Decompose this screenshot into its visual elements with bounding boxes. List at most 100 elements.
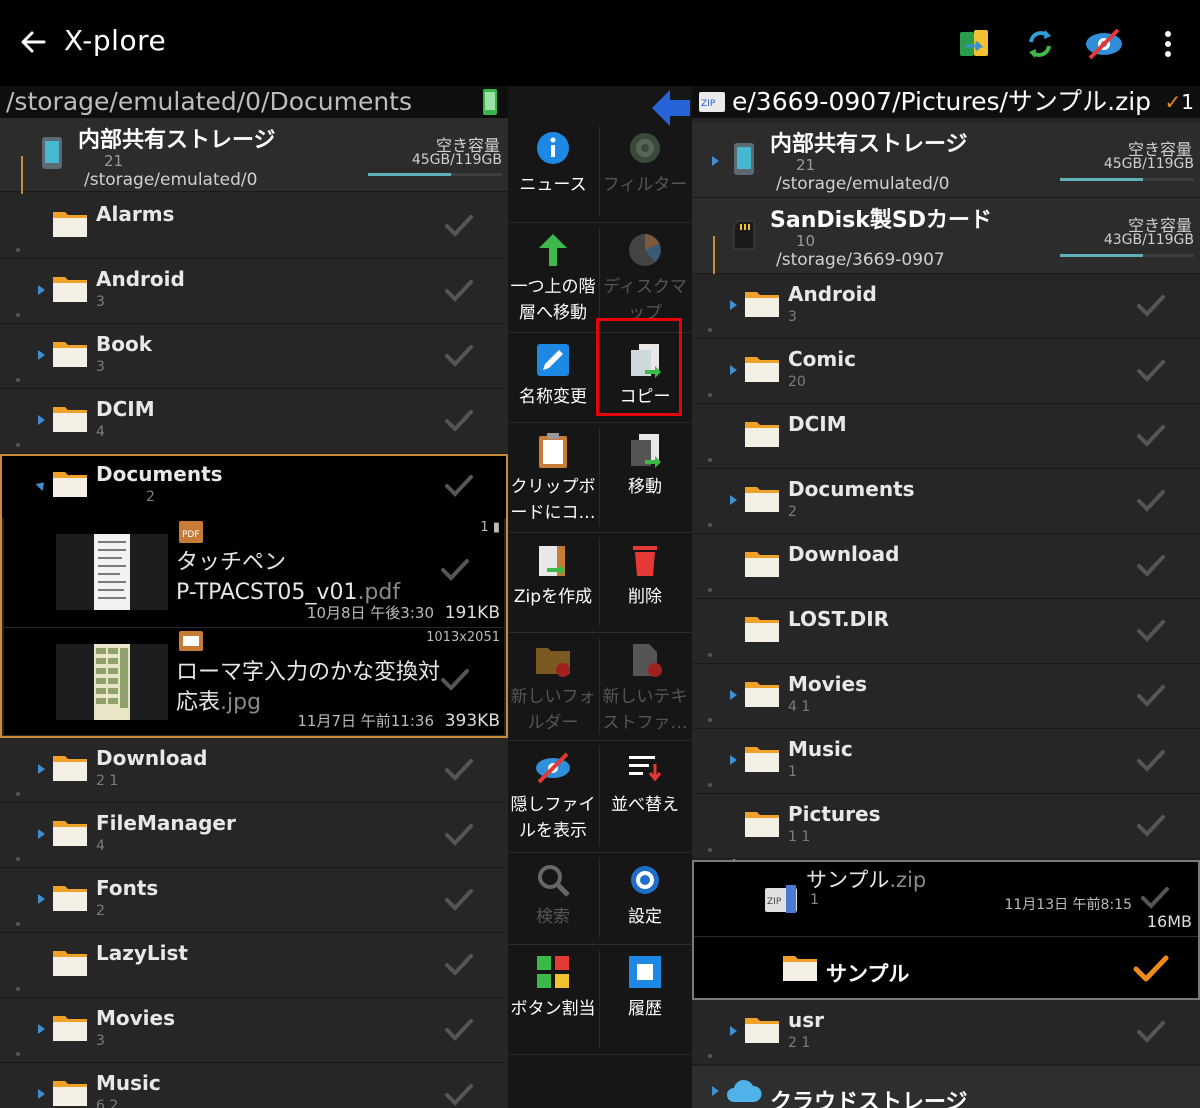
search-button[interactable]: 検索 (508, 852, 598, 944)
select-check-icon[interactable] (444, 1018, 474, 1046)
zip-file-row[interactable]: ZIP サンプル.zip 1 11月13日 午前8:15 16MB サンプル (692, 860, 1200, 1000)
select-check-icon[interactable] (440, 668, 470, 696)
storage-usage-bar (1060, 254, 1194, 257)
move-button[interactable]: 移動 (600, 422, 690, 532)
file-row-pdf[interactable]: PDF 1 ▮ タッチペン P-TPACST05_v01.pdf 10月8日 午後… (4, 518, 504, 628)
folder-row-dcim[interactable]: DCIM (692, 404, 1200, 469)
folder-name: Comic (788, 347, 856, 371)
select-check-icon[interactable] (1136, 424, 1166, 452)
sort-button[interactable]: 並べ替え (600, 740, 690, 852)
disk-map-button[interactable]: ディスクマップ (600, 222, 690, 332)
folder-row-download[interactable]: Download 2 1 (0, 738, 508, 803)
info-button[interactable]: ニュース (508, 120, 598, 222)
folder-row-documents[interactable]: Documents 2 (0, 454, 508, 519)
select-check-icon[interactable] (1136, 749, 1166, 777)
dual-pane-icon[interactable] (952, 22, 996, 66)
cloud-storage-row[interactable]: クラウドストレージ (692, 1066, 1200, 1108)
up-arrow-button[interactable]: 一つ上の階層へ移動 (508, 222, 598, 332)
expand-arrow-icon (38, 894, 45, 904)
select-check-icon[interactable] (444, 474, 474, 502)
left-path-bar[interactable]: /storage/emulated/0/Documents (0, 86, 508, 118)
more-options-icon[interactable] (1146, 22, 1190, 66)
select-check-icon[interactable] (444, 279, 474, 307)
toolbar-label: 履歴 (628, 999, 662, 1019)
copy-button[interactable]: コピー (600, 332, 690, 422)
storage-internal[interactable]: 内部共有ストレージ 21 /storage/emulated/0 空き容量 45… (0, 118, 508, 192)
trash-button[interactable]: 削除 (600, 532, 690, 632)
folder-name: FileManager (96, 811, 236, 835)
clipboard-button[interactable]: クリップボードにコ… (508, 422, 598, 532)
select-check-icon[interactable] (1136, 684, 1166, 712)
folder-row-movies[interactable]: Movies 3 (0, 998, 508, 1063)
select-check-icon[interactable] (444, 409, 474, 437)
select-check-icon[interactable] (1136, 554, 1166, 582)
select-check-icon[interactable] (440, 558, 470, 586)
file-name: タッチペン P-TPACST05_v01.pdf (176, 550, 401, 605)
button-assign-button[interactable]: ボタン割当 (508, 944, 598, 1054)
folder-row-alarms[interactable]: Alarms (0, 194, 508, 259)
filter-button[interactable]: フィルター (600, 120, 690, 222)
select-check-icon[interactable] (444, 1083, 474, 1108)
hidden-files-icon[interactable] (1082, 22, 1126, 66)
folder-row-pictures[interactable]: Pictures 1 1 (692, 794, 1200, 859)
back-arrow-icon[interactable] (14, 22, 54, 62)
storage-path: /storage/emulated/0 (84, 170, 258, 190)
select-check-icon[interactable] (1136, 359, 1166, 387)
app-title: X-plore (64, 24, 167, 57)
pdf-thumbnail (56, 534, 168, 610)
select-check-icon[interactable] (444, 758, 474, 786)
toolbar-label: フィルター (602, 175, 688, 195)
folder-row-music[interactable]: Music 1 (692, 729, 1200, 794)
folder-row-lost-dir[interactable]: LOST.DIR (692, 599, 1200, 664)
folder-icon (52, 752, 88, 786)
toolbar-label: Zipを作成 (513, 587, 593, 607)
new-folder-button[interactable]: 新しいフォルダー (508, 632, 598, 740)
folder-row-documents[interactable]: Documents 2 (692, 469, 1200, 534)
folder-meta: 2 1 (788, 1035, 811, 1051)
select-check-icon[interactable] (444, 953, 474, 981)
page-count: 1 ▮ (480, 520, 500, 535)
select-check-icon[interactable] (444, 823, 474, 851)
toolbar-label: 設定 (628, 907, 662, 927)
expand-arrow-icon (712, 1086, 719, 1096)
select-check-icon[interactable] (1136, 619, 1166, 647)
folder-row-android[interactable]: Android 3 (692, 274, 1200, 339)
folder-meta: 3 (96, 1033, 105, 1049)
folder-row-dcim[interactable]: DCIM 4 (0, 389, 508, 454)
folder-row-lazylist[interactable]: LazyList (0, 933, 508, 998)
button-assign-icon (531, 950, 575, 994)
select-check-icon[interactable] (1140, 886, 1170, 914)
folder-icon (52, 1012, 88, 1046)
selected-check-icon[interactable] (1132, 954, 1170, 988)
disk-map-icon (623, 228, 667, 272)
folder-row-download[interactable]: Download (692, 534, 1200, 599)
select-check-icon[interactable] (1136, 294, 1166, 322)
hidden-eye-icon (531, 746, 575, 790)
select-check-icon[interactable] (444, 214, 474, 242)
new-text-button[interactable]: 新しいテキストファ… (600, 632, 690, 740)
folder-row-android[interactable]: Android 3 (0, 259, 508, 324)
zip-file-date: 11月13日 午前8:15 (1004, 897, 1132, 913)
folder-row-usr[interactable]: usr 2 1 (692, 1000, 1200, 1065)
folder-row-music[interactable]: Music 6 2 (0, 1063, 508, 1108)
select-check-icon[interactable] (1136, 814, 1166, 842)
folder-row-fonts[interactable]: Fonts 2 (0, 868, 508, 933)
folder-row-filemanager[interactable]: FileManager 4 (0, 803, 508, 868)
file-row-jpg[interactable]: 1013x2051 ローマ字入力のかな変換対 応表.jpg 11月7日 午前11:… (4, 628, 504, 736)
select-check-icon[interactable] (444, 344, 474, 372)
folder-row-comic[interactable]: Comic 20 (692, 339, 1200, 404)
folder-meta: 2 1 (96, 773, 119, 789)
folder-row-book[interactable]: Book 3 (0, 324, 508, 389)
hidden-eye-button[interactable]: 隠しファイルを表示 (508, 740, 598, 852)
gear-button[interactable]: 設定 (600, 852, 690, 944)
refresh-icon[interactable] (1018, 22, 1062, 66)
select-check-icon[interactable] (1136, 1020, 1166, 1048)
zip-create-button[interactable]: Zipを作成 (508, 532, 598, 632)
history-button[interactable]: 履歴 (600, 944, 690, 1054)
file-date: 10月8日 午後3:30 (306, 604, 434, 622)
folder-row-movies[interactable]: Movies 4 1 (692, 664, 1200, 729)
rename-button[interactable]: 名称変更 (508, 332, 598, 422)
select-check-icon[interactable] (1136, 489, 1166, 517)
zip-child-folder-name: サンプル (826, 962, 910, 986)
select-check-icon[interactable] (444, 888, 474, 916)
